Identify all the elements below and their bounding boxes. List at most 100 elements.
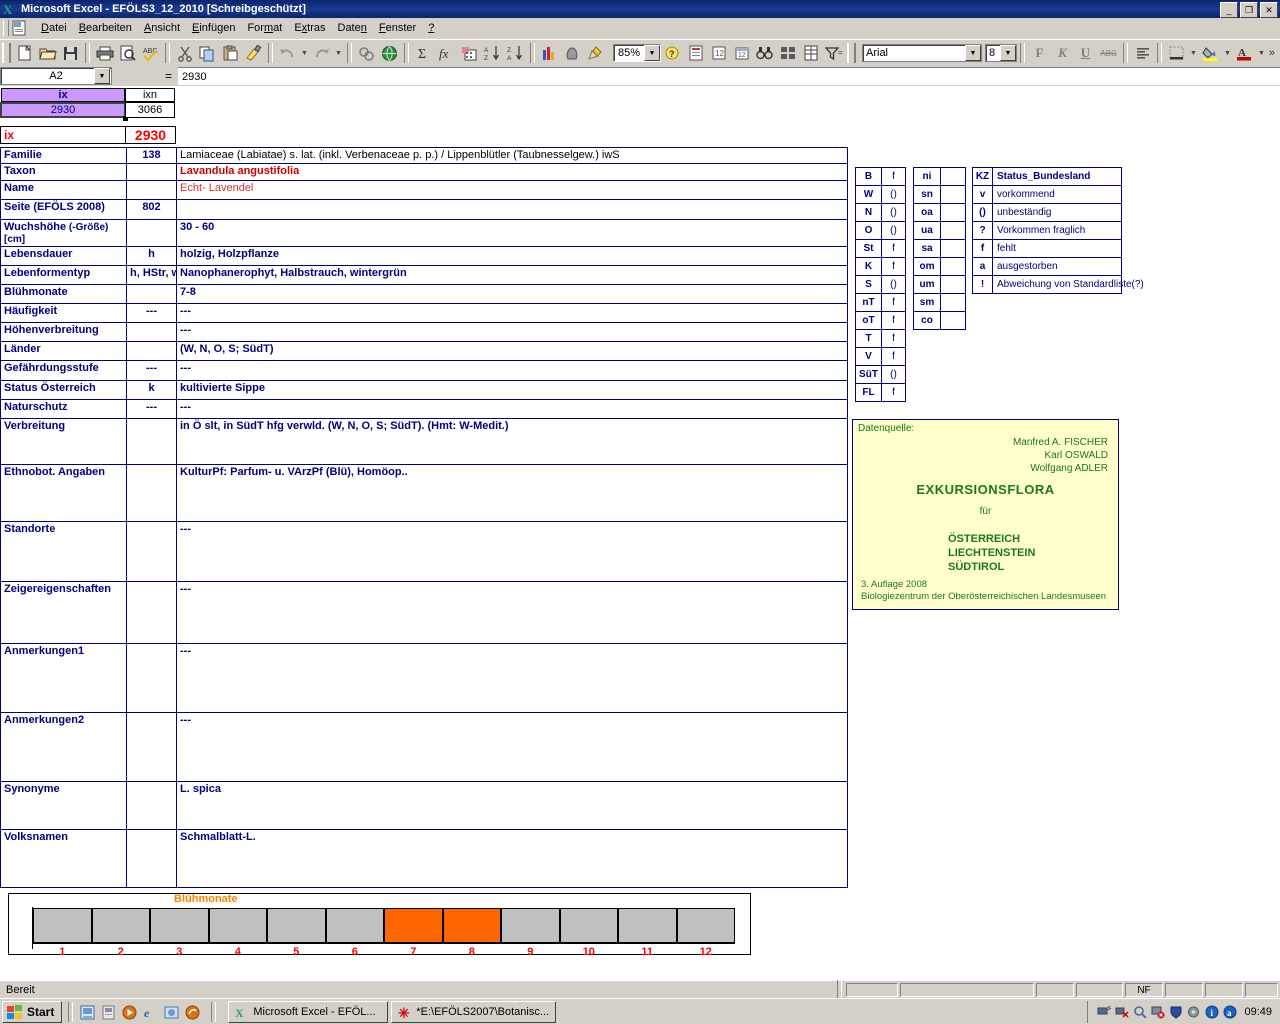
legend-code-cell[interactable]: ni xyxy=(913,167,941,186)
player-icon[interactable] xyxy=(121,1004,138,1021)
row-value-cell[interactable]: Lamiaceae (Labiatae) s. lat. (inkl. Verb… xyxy=(176,147,848,164)
row-value-cell[interactable]: KulturPf: Parfum- u. VArzPf (Blü), Homöo… xyxy=(176,464,848,522)
row-label-cell[interactable]: Synonyme xyxy=(0,781,127,830)
legend-status-cell[interactable]: () xyxy=(881,221,906,240)
row-value-cell[interactable]: --- xyxy=(176,322,848,342)
row-code-cell[interactable]: 138 xyxy=(126,147,177,164)
cell-ixn-header[interactable]: ixn xyxy=(125,88,175,102)
legend-status-cell[interactable]: () xyxy=(881,203,906,222)
acrobat-icon[interactable]: a xyxy=(1222,1005,1237,1020)
legend-status-cell[interactable]: f xyxy=(881,311,906,330)
menu-item-format[interactable]: Format xyxy=(241,20,288,36)
row-code-cell[interactable]: 802 xyxy=(126,199,177,220)
legend-code-cell[interactable]: co xyxy=(913,311,941,330)
row-value-cell[interactable]: --- xyxy=(176,360,848,381)
web-globe-icon[interactable] xyxy=(378,42,401,64)
calendar-icon[interactable]: 12 xyxy=(730,42,753,64)
legend-code-cell[interactable]: W xyxy=(855,185,882,204)
row-label-cell[interactable]: Zeigereigenschaften xyxy=(0,581,127,644)
hyperlink-icon[interactable] xyxy=(355,42,378,64)
legend-status-cell[interactable]: f xyxy=(881,293,906,312)
autosum-icon[interactable]: Σ xyxy=(412,42,435,64)
menu-item-ansicht[interactable]: Ansicht xyxy=(138,20,186,36)
toolbar-gripper-2[interactable] xyxy=(847,43,856,63)
legend-code-cell[interactable]: f xyxy=(972,239,993,258)
legend-code-cell[interactable]: V xyxy=(855,347,882,366)
chart-wizard-icon[interactable] xyxy=(538,42,561,64)
paste-icon[interactable] xyxy=(219,42,242,64)
row-label-cell[interactable]: Volksnamen xyxy=(0,829,127,888)
row-value-cell[interactable]: Schmalblatt-L. xyxy=(176,829,848,888)
row-code-cell[interactable] xyxy=(126,341,177,361)
task-excel[interactable]: X Microsoft Excel - EFÖL... xyxy=(228,1001,389,1023)
legend-status-cell[interactable] xyxy=(940,239,966,258)
row-value-cell[interactable]: 30 - 60 xyxy=(176,219,848,247)
row-value-cell[interactable]: holzig, Holzpflanze xyxy=(176,246,848,266)
strikethrough-button[interactable]: ABC xyxy=(1097,42,1120,64)
search-icon[interactable] xyxy=(1132,1005,1147,1020)
menu-item-bearbeiten[interactable]: Bearbeiten xyxy=(73,20,138,36)
find-binoculars-icon[interactable] xyxy=(753,42,776,64)
font-color-dropdown-arrow[interactable]: ▼ xyxy=(1256,42,1267,64)
legend-code-cell[interactable]: sn xyxy=(913,185,941,204)
legend-code-cell[interactable]: sa xyxy=(913,239,941,258)
help-assistant-icon[interactable]: ? xyxy=(661,42,684,64)
legend-status-cell[interactable] xyxy=(940,311,966,330)
row-code-cell[interactable] xyxy=(126,322,177,342)
desktop-icon[interactable] xyxy=(79,1004,96,1021)
row-value-cell[interactable]: --- xyxy=(176,399,848,419)
info-icon[interactable]: i xyxy=(1204,1005,1219,1020)
row-label-cell[interactable]: Länder xyxy=(0,341,127,361)
legend-code-cell[interactable]: FL xyxy=(855,383,882,402)
system-alert-icon[interactable] xyxy=(1150,1005,1165,1020)
legend-desc-cell[interactable]: unbeständig xyxy=(992,203,1122,222)
filter-icon[interactable]: = xyxy=(822,42,845,64)
bold-button[interactable]: F xyxy=(1028,42,1051,64)
legend-status-cell[interactable] xyxy=(940,185,966,204)
network-disconnected-icon[interactable] xyxy=(1114,1005,1129,1020)
maximize-button[interactable]: ❐ xyxy=(1240,2,1258,18)
row-label-cell[interactable]: Name xyxy=(0,180,127,200)
row-value-cell[interactable]: --- xyxy=(176,521,848,582)
grid-icon[interactable] xyxy=(776,42,799,64)
font-name-dropdown-arrow[interactable]: ▼ xyxy=(965,45,981,61)
underline-button[interactable]: U xyxy=(1074,42,1097,64)
name-box-dropdown-arrow[interactable]: ▼ xyxy=(94,68,110,84)
legend-status-cell[interactable]: f xyxy=(881,239,906,258)
row-value-cell[interactable]: --- xyxy=(176,581,848,644)
row-code-cell[interactable] xyxy=(126,163,177,181)
legend-desc-cell[interactable]: Abweichung von Standardliste(?) xyxy=(992,275,1144,294)
name-box[interactable]: A2 ▼ xyxy=(0,67,112,85)
legend-code-cell[interactable]: S xyxy=(855,275,882,294)
legend-code-cell[interactable]: T xyxy=(855,329,882,348)
row-value-cell[interactable]: --- xyxy=(176,712,848,782)
print-icon[interactable] xyxy=(93,42,116,64)
font-size-combobox[interactable]: 8 ▼ xyxy=(985,44,1017,62)
zoom-dropdown-arrow[interactable]: ▼ xyxy=(644,45,660,61)
legend-status-cell[interactable] xyxy=(940,293,966,312)
drawing-icon[interactable] xyxy=(584,42,607,64)
row-code-cell[interactable] xyxy=(126,781,177,830)
legend-code-cell[interactable]: K xyxy=(855,257,882,276)
font-name-combobox[interactable]: Arial ▼ xyxy=(862,44,982,62)
legend-status-cell[interactable]: f xyxy=(881,329,906,348)
sort-ascending-icon[interactable]: AZ xyxy=(481,42,504,64)
network-icon[interactable] xyxy=(1096,1005,1111,1020)
legend-status-cell[interactable] xyxy=(940,167,966,186)
row-code-cell[interactable]: h xyxy=(126,246,177,266)
security-shield-icon[interactable] xyxy=(1168,1005,1183,1020)
row-value-cell[interactable]: (W, N, O, S; SüdT) xyxy=(176,341,848,361)
media-icon[interactable] xyxy=(100,1004,117,1021)
row-value-cell[interactable]: in Ö slt, in SüdT hfg verwld. (W, N, O, … xyxy=(176,418,848,465)
row-label-cell[interactable]: Taxon xyxy=(0,163,127,181)
row-code-cell[interactable] xyxy=(126,581,177,644)
row-code-cell[interactable] xyxy=(126,829,177,888)
row-value-cell[interactable]: Echt- Lavendel xyxy=(176,180,848,200)
paste-function-icon[interactable] xyxy=(458,42,481,64)
font-color-icon[interactable]: A xyxy=(1233,42,1256,64)
legend-desc-cell[interactable]: fehlt xyxy=(992,239,1122,258)
row-label-cell[interactable]: Anmerkungen1 xyxy=(0,643,127,713)
align-left-icon[interactable] xyxy=(1131,42,1154,64)
menu-item-datei[interactable]: Datei xyxy=(35,20,73,36)
legend-status-cell[interactable] xyxy=(940,203,966,222)
